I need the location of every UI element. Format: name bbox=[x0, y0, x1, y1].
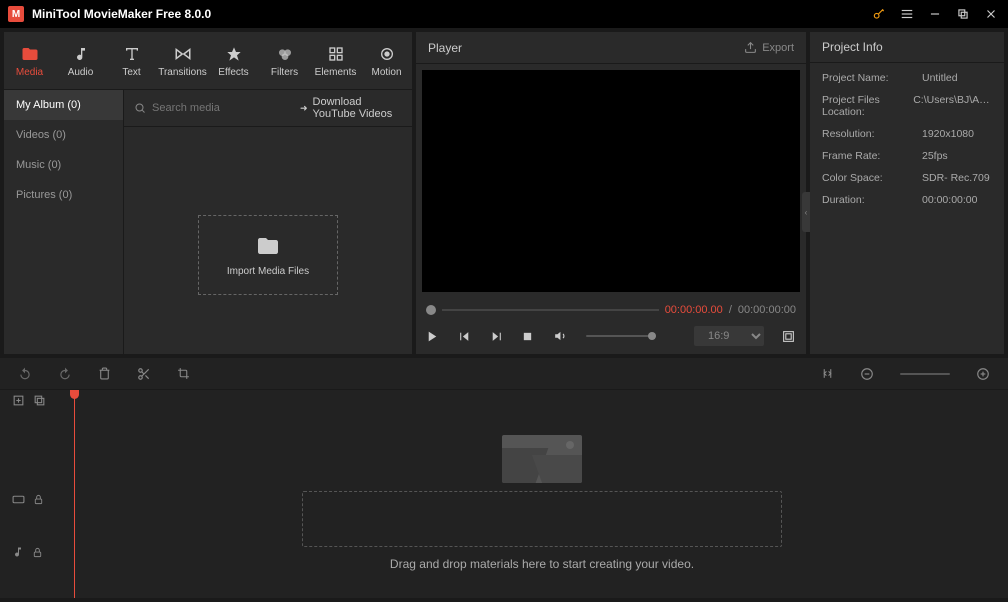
zoom-out-button[interactable] bbox=[860, 367, 874, 381]
scrub-track[interactable] bbox=[442, 309, 659, 311]
project-location-value: C:\Users\BJ\App... bbox=[913, 94, 992, 118]
volume-icon[interactable] bbox=[554, 329, 568, 343]
close-icon[interactable] bbox=[984, 7, 1000, 21]
titlebar: M MiniTool MovieMaker Free 8.0.0 bbox=[0, 0, 1008, 28]
lock-icon[interactable] bbox=[32, 547, 43, 558]
placeholder-image-icon bbox=[502, 435, 582, 483]
player-title: Player bbox=[428, 41, 744, 55]
import-folder-icon bbox=[256, 234, 280, 258]
minimize-icon[interactable] bbox=[928, 7, 944, 21]
zoom-in-button[interactable] bbox=[976, 367, 990, 381]
tab-elements[interactable]: Elements bbox=[310, 32, 361, 89]
tab-audio[interactable]: Audio bbox=[55, 32, 106, 89]
menu-icon[interactable] bbox=[900, 7, 916, 21]
fit-button[interactable] bbox=[821, 367, 834, 380]
download-youtube-link[interactable]: ➜ Download YouTube Videos bbox=[300, 96, 402, 120]
key-icon[interactable] bbox=[872, 7, 888, 21]
colorspace-value: SDR- Rec.709 bbox=[922, 172, 990, 184]
scrub-handle[interactable] bbox=[426, 305, 436, 315]
maximize-icon[interactable] bbox=[956, 7, 972, 21]
video-preview[interactable] bbox=[422, 70, 800, 292]
tab-motion[interactable]: Motion bbox=[361, 32, 412, 89]
sidebar-item-videos[interactable]: Videos (0) bbox=[4, 120, 123, 150]
tab-media[interactable]: Media bbox=[4, 32, 55, 89]
text-icon bbox=[124, 44, 140, 64]
play-button[interactable] bbox=[426, 330, 440, 343]
motion-icon bbox=[379, 44, 395, 64]
next-frame-button[interactable] bbox=[490, 330, 504, 343]
time-total: 00:00:00:00 bbox=[738, 304, 796, 316]
lock-icon[interactable] bbox=[33, 494, 44, 505]
import-media-button[interactable]: Import Media Files bbox=[198, 215, 338, 295]
sidebar-item-myalbum[interactable]: My Album (0) bbox=[4, 90, 123, 120]
project-name-value: Untitled bbox=[922, 72, 958, 84]
redo-button[interactable] bbox=[58, 367, 72, 381]
effects-icon bbox=[226, 44, 242, 64]
add-track-icon[interactable] bbox=[12, 394, 25, 407]
track-stack-icon[interactable] bbox=[33, 394, 46, 407]
tabs: Media Audio Text Transitions Effects Fil… bbox=[4, 32, 412, 90]
media-panel: Media Audio Text Transitions Effects Fil… bbox=[4, 32, 412, 354]
sidebar-item-pictures[interactable]: Pictures (0) bbox=[4, 180, 123, 210]
undo-button[interactable] bbox=[18, 367, 32, 381]
aspect-select[interactable]: 16:9 bbox=[694, 326, 764, 346]
split-button[interactable] bbox=[137, 367, 151, 381]
duration-value: 00:00:00:00 bbox=[922, 194, 977, 206]
music-icon bbox=[73, 44, 89, 64]
audio-track-icon bbox=[12, 546, 24, 558]
time-current: 00:00:00.00 bbox=[665, 304, 723, 316]
delete-button[interactable] bbox=[98, 367, 111, 380]
album-list: My Album (0) Videos (0) Music (0) Pictur… bbox=[4, 90, 124, 354]
project-panel: ‹ Project Info Project Name:Untitled Pro… bbox=[810, 32, 1004, 354]
export-button[interactable]: Export bbox=[744, 41, 794, 54]
crop-button[interactable] bbox=[177, 367, 190, 380]
search-icon bbox=[134, 102, 146, 114]
search-input[interactable] bbox=[152, 102, 294, 114]
project-info-title: Project Info bbox=[810, 32, 1004, 63]
filters-icon bbox=[277, 44, 293, 64]
tab-text[interactable]: Text bbox=[106, 32, 157, 89]
drop-area[interactable] bbox=[302, 491, 782, 547]
collapse-handle[interactable]: ‹ bbox=[802, 192, 810, 232]
app-logo: M bbox=[8, 6, 24, 22]
tab-effects[interactable]: Effects bbox=[208, 32, 259, 89]
download-arrow-icon: ➜ bbox=[300, 103, 308, 114]
zoom-slider[interactable] bbox=[900, 373, 950, 375]
prev-frame-button[interactable] bbox=[458, 330, 472, 343]
tab-transitions[interactable]: Transitions bbox=[157, 32, 208, 89]
drop-hint-text: Drag and drop materials here to start cr… bbox=[302, 557, 782, 571]
framerate-value: 25fps bbox=[922, 150, 948, 162]
fullscreen-button[interactable] bbox=[782, 330, 796, 343]
playhead[interactable] bbox=[74, 390, 75, 598]
sidebar-item-music[interactable]: Music (0) bbox=[4, 150, 123, 180]
timeline-panel: Drag and drop materials here to start cr… bbox=[0, 358, 1008, 598]
tab-filters[interactable]: Filters bbox=[259, 32, 310, 89]
resolution-value: 1920x1080 bbox=[922, 128, 974, 140]
track-labels bbox=[0, 390, 62, 598]
export-icon bbox=[744, 41, 757, 54]
transitions-icon bbox=[174, 44, 192, 64]
app-title: MiniTool MovieMaker Free 8.0.0 bbox=[32, 7, 872, 21]
video-track-icon bbox=[12, 493, 25, 506]
timeline-tracks[interactable]: Drag and drop materials here to start cr… bbox=[62, 390, 1008, 598]
folder-icon bbox=[21, 44, 39, 64]
volume-slider[interactable] bbox=[586, 335, 656, 337]
elements-icon bbox=[328, 44, 344, 64]
stop-button[interactable] bbox=[522, 331, 536, 342]
player-panel: Player Export 00:00:00.00 / 00:00:00:00 … bbox=[416, 32, 806, 354]
